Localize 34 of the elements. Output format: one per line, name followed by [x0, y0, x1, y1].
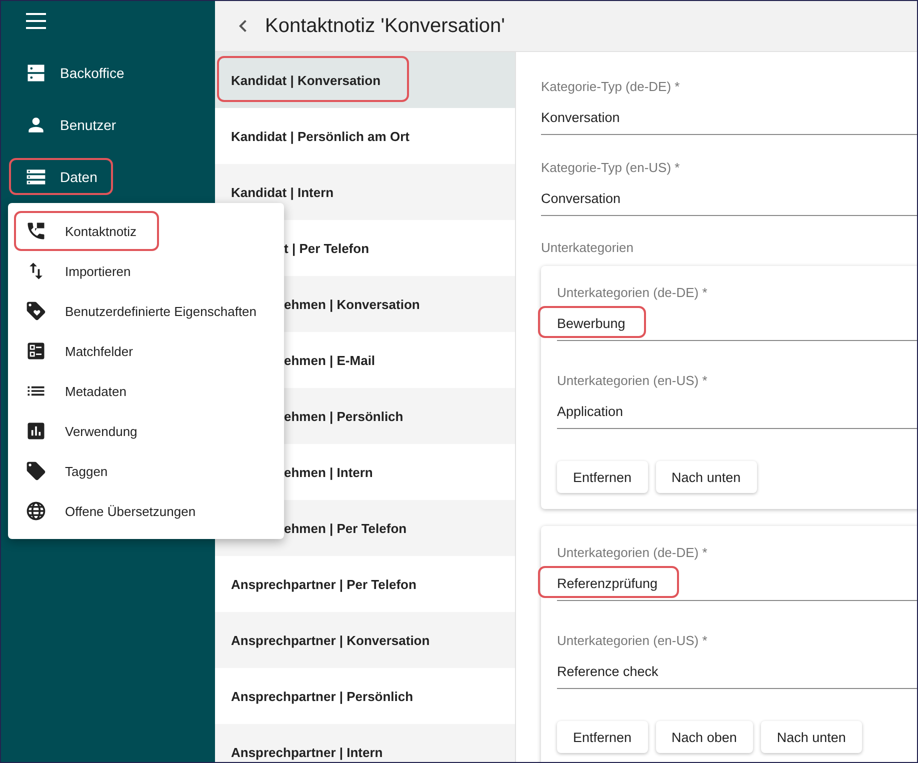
- field-label: Unterkategorien (en-US) *: [557, 633, 708, 649]
- section-label: Unterkategorien: [541, 240, 634, 256]
- list-item[interactable]: Kandidat | Intern: [215, 164, 515, 220]
- tag-heart-icon: [25, 300, 47, 322]
- server-icon: [25, 62, 47, 84]
- list-item[interactable]: Ansprechpartner | Intern: [215, 724, 515, 762]
- text-field[interactable]: Bewerbung: [557, 315, 917, 341]
- text-field[interactable]: Reference check: [557, 663, 917, 689]
- action-button[interactable]: Entfernen: [557, 721, 648, 753]
- field-label: Unterkategorien (de-DE) *: [557, 285, 708, 301]
- nav-item[interactable]: Benutzer: [1, 99, 215, 151]
- menu-icon[interactable]: [25, 11, 47, 31]
- field-label: Unterkategorien (en-US) *: [557, 373, 708, 389]
- bar-chart-icon: [25, 420, 47, 442]
- nav-item[interactable]: Backoffice: [1, 47, 215, 99]
- globe-icon: [25, 500, 47, 522]
- nav-item[interactable]: Daten: [1, 151, 215, 203]
- tag-icon: [25, 460, 47, 482]
- action-button[interactable]: Nach unten: [760, 721, 862, 753]
- field-label: Unterkategorien (de-DE) *: [557, 545, 708, 561]
- action-button[interactable]: Entfernen: [557, 461, 648, 493]
- text-field[interactable]: Referenzprüfung: [557, 575, 917, 601]
- text-field[interactable]: Application: [557, 403, 917, 429]
- page-title: Kontaktnotiz 'Konversation': [265, 14, 505, 38]
- text-field[interactable]: Konversation: [541, 109, 917, 135]
- field-label: Kategorie-Typ (en-US) *: [541, 160, 681, 176]
- list-item[interactable]: Ansprechpartner | Konversation: [215, 612, 515, 668]
- list-item[interactable]: Kandidat | Konversation: [215, 52, 515, 108]
- action-button[interactable]: Nach oben: [656, 721, 753, 753]
- checklist-icon: [25, 340, 47, 362]
- phone-icon: [25, 220, 47, 242]
- text-field[interactable]: Conversation: [541, 190, 917, 216]
- field-label: Kategorie-Typ (de-DE) *: [541, 79, 681, 95]
- action-button[interactable]: Nach unten: [656, 461, 757, 493]
